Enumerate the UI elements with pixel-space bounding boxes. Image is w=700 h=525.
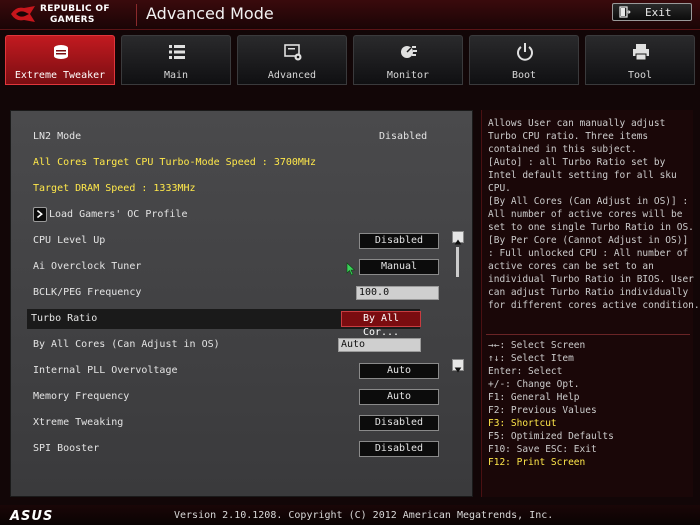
- info-dram-speed: Target DRAM Speed : 1333MHz: [29, 179, 459, 199]
- top-bar: REPUBLIC OF GAMERS Advanced Mode Exit: [0, 0, 700, 30]
- tab-label: Extreme Tweaker: [14, 70, 106, 81]
- tab-label: Tool: [627, 70, 653, 81]
- key-hint-shortcut[interactable]: F3: Shortcut: [488, 417, 692, 430]
- spi-booster-dropdown[interactable]: Disabled: [359, 441, 439, 457]
- mode-title: Advanced Mode: [146, 4, 274, 23]
- ai-overclock-dropdown[interactable]: Manual: [359, 259, 439, 275]
- setting-label: Internal PLL Overvoltage: [33, 365, 178, 376]
- tab-label: Monitor: [386, 70, 430, 81]
- brand-line2: GAMERS: [50, 15, 95, 25]
- help-panel: Allows User can manually adjust Turbo CP…: [481, 110, 700, 497]
- rog-eye-icon: [11, 6, 35, 22]
- key-hint: F5: Optimized Defaults: [488, 431, 614, 442]
- submenu-oc-profile[interactable]: Load Gamers' OC Profile: [29, 205, 459, 225]
- setting-label: Memory Frequency: [33, 391, 130, 402]
- key-hint: Enter: Select: [488, 366, 563, 377]
- key-hint: →←: Select Screen: [488, 340, 586, 351]
- key-hint: ↑↓: Select Item: [488, 353, 574, 364]
- setting-label: SPI Booster: [33, 443, 100, 454]
- info-text: All Cores Target CPU Turbo-Mode Speed : …: [33, 157, 316, 168]
- triangle-down-icon: [454, 367, 462, 373]
- asus-logo: ASUS: [10, 509, 54, 524]
- settings-panel: LN2 Mode Disabled All Cores Target CPU T…: [10, 110, 473, 497]
- help-description: Allows User can manually adjust Turbo CP…: [488, 118, 700, 311]
- tab-advanced[interactable]: Advanced: [237, 35, 347, 85]
- setting-cpu-level-up[interactable]: CPU Level Up Disabled: [29, 231, 459, 251]
- info-text: Target DRAM Speed : 1333MHz: [33, 183, 196, 194]
- key-hint-print-screen[interactable]: F12: Print Screen: [488, 456, 692, 469]
- tab-label: Advanced: [267, 70, 317, 81]
- pll-overvoltage-dropdown[interactable]: Auto: [359, 363, 439, 379]
- cpu-level-up-dropdown[interactable]: Disabled: [359, 233, 439, 249]
- setting-ln2-mode[interactable]: LN2 Mode Disabled: [29, 127, 459, 147]
- scroll-up-button[interactable]: [452, 231, 464, 245]
- setting-spi-booster[interactable]: SPI Booster Disabled: [29, 439, 459, 459]
- tab-label: Main: [163, 70, 189, 81]
- scroll-down-button[interactable]: [452, 359, 464, 373]
- tab-boot[interactable]: Boot: [469, 35, 579, 85]
- key-hint: F10: Save ESC: Exit: [488, 444, 597, 455]
- extreme-tweaker-icon: [54, 45, 68, 59]
- setting-label: BCLK/PEG Frequency: [33, 287, 142, 298]
- scroll-thumb[interactable]: [456, 247, 459, 277]
- bclk-input[interactable]: 100.0: [356, 286, 439, 300]
- tab-bar: Extreme Tweaker Main Advanced Monitor Bo…: [5, 35, 695, 87]
- mouse-cursor-icon: [346, 262, 356, 276]
- power-icon: [517, 43, 533, 61]
- setting-label: Xtreme Tweaking: [33, 417, 124, 428]
- scrollbar[interactable]: [452, 231, 464, 373]
- advanced-icon: [284, 44, 302, 61]
- setting-value: Disabled: [379, 131, 428, 142]
- tab-main[interactable]: Main: [121, 35, 231, 85]
- tab-extreme-tweaker[interactable]: Extreme Tweaker: [5, 35, 115, 85]
- key-hint: F1: General Help: [488, 392, 580, 403]
- xtreme-tweaking-dropdown[interactable]: Disabled: [359, 415, 439, 431]
- exit-label: Exit: [645, 5, 672, 19]
- setting-label: By All Cores (Can Adjust in OS): [33, 339, 220, 350]
- tab-monitor[interactable]: Monitor: [353, 35, 463, 85]
- setting-label: Turbo Ratio: [31, 313, 98, 324]
- exit-button[interactable]: Exit: [612, 3, 692, 21]
- setting-pll-overvoltage[interactable]: Internal PLL Overvoltage Auto: [29, 361, 459, 381]
- help-divider: [486, 334, 690, 335]
- version-text: Version 2.10.1208. Copyright (C) 2012 Am…: [174, 510, 554, 521]
- key-legend: →←: Select Screen ↑↓: Select Item Enter:…: [488, 339, 692, 469]
- by-all-cores-input[interactable]: Auto: [338, 338, 421, 352]
- triangle-up-icon: [454, 239, 462, 245]
- key-hint: F2: Previous Values: [488, 405, 597, 416]
- turbo-ratio-dropdown[interactable]: By All Cor...: [341, 311, 421, 338]
- rog-logo: REPUBLIC OF GAMERS: [10, 3, 135, 27]
- tab-label: Boot: [511, 70, 537, 81]
- list-icon: [169, 45, 185, 59]
- setting-xtreme-tweaking[interactable]: Xtreme Tweaking Disabled: [29, 413, 459, 433]
- submenu-arrow-icon: [33, 207, 47, 222]
- setting-bclk[interactable]: BCLK/PEG Frequency 100.0: [29, 283, 459, 303]
- setting-label: Ai Overclock Tuner: [33, 261, 142, 272]
- setting-by-all-cores[interactable]: By All Cores (Can Adjust in OS) Auto: [29, 335, 459, 355]
- exit-door-icon: [619, 6, 631, 18]
- monitor-gauge-icon: [401, 46, 417, 58]
- printer-icon: [633, 44, 649, 61]
- setting-memory-frequency[interactable]: Memory Frequency Auto: [29, 387, 459, 407]
- setting-label: CPU Level Up: [33, 235, 106, 246]
- setting-label: LN2 Mode: [33, 131, 82, 142]
- tab-tool[interactable]: Tool: [585, 35, 695, 85]
- setting-ai-overclock[interactable]: Ai Overclock Tuner Manual: [29, 257, 459, 277]
- header-divider: [136, 4, 137, 26]
- memory-frequency-dropdown[interactable]: Auto: [359, 389, 439, 405]
- footer: ASUS Version 2.10.1208. Copyright (C) 20…: [0, 505, 700, 525]
- info-turbo-speed: All Cores Target CPU Turbo-Mode Speed : …: [29, 153, 459, 173]
- key-hint: +/-: Change Opt.: [488, 379, 580, 390]
- submenu-label: Load Gamers' OC Profile: [49, 209, 188, 220]
- brand-line1: REPUBLIC OF: [40, 4, 110, 14]
